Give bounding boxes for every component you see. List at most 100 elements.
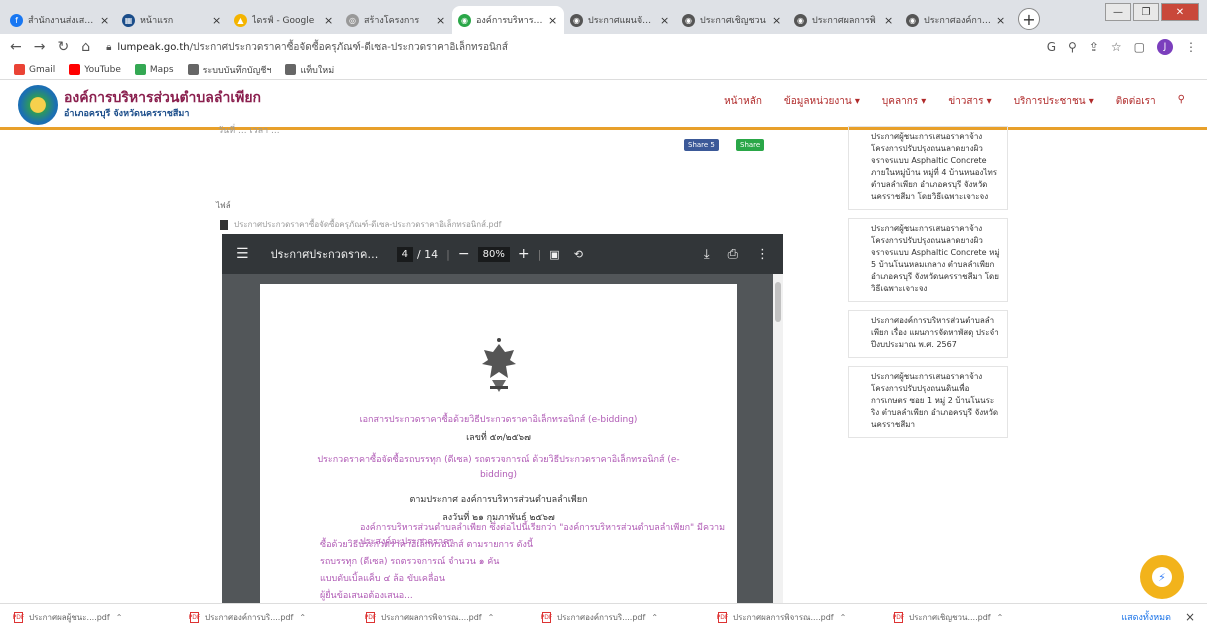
tab-close-icon[interactable]: ×	[772, 14, 782, 27]
toolbar-divider: |	[537, 247, 542, 261]
line-share-button[interactable]: Share	[736, 139, 765, 151]
chevron-up-icon[interactable]: ⌃	[299, 613, 306, 622]
tab-close-icon[interactable]: ×	[996, 14, 1006, 27]
sidebar-news-item[interactable]: ประกาศผู้ชนะการเสนอราคาจ้างโครงการปรับปร…	[848, 366, 1008, 438]
tab-close-icon[interactable]: ×	[436, 14, 446, 27]
tab-title: องค์การบริหารส่วน	[476, 16, 543, 26]
download-items: PDF ประกาศผลผู้ชนะ....pdf ⌃ PDF ประกาศองค์กา…	[13, 611, 1070, 624]
pdf-file-icon	[220, 219, 228, 230]
address-bar[interactable]: 🔒︎ lumpeak.go.th/ประกาศประกวดราคาซื้อจัด…	[102, 37, 1035, 57]
tab-close-icon[interactable]: ×	[884, 14, 894, 27]
sidebar-news-item[interactable]: ประกาศผู้ชนะการเสนอราคาจ้างโครงการปรับปร…	[848, 218, 1008, 302]
new-tab-button[interactable]: +	[1018, 8, 1040, 30]
download-filename: ประกาศผลผู้ชนะ....pdf	[29, 612, 110, 622]
tab-close-icon[interactable]: ×	[660, 14, 670, 27]
more-options-icon[interactable]: ⋮	[756, 247, 769, 262]
google-lens-icon[interactable]: G	[1047, 40, 1056, 54]
maximize-button[interactable]: ❐	[1133, 3, 1159, 21]
toolbar-divider: |	[446, 247, 450, 261]
bookmark-item[interactable]: แท็บใหม่	[285, 63, 334, 77]
chevron-up-icon[interactable]: ⌃	[488, 613, 495, 622]
menu-item[interactable]: บริการประชาชน ▾	[1014, 94, 1094, 109]
bookmark-star-icon[interactable]: ☆	[1111, 40, 1122, 54]
tab-favicon-icon: ◉	[570, 13, 583, 27]
forward-icon[interactable]: →	[34, 39, 46, 55]
download-item[interactable]: PDF ประกาศเชิญชวน....pdf ⌃	[893, 611, 1070, 624]
browser-tab[interactable]: ◉ ประกาศเชิญชวน ×	[676, 6, 788, 34]
download-filename: ประกาศผลการพิจารณ....pdf	[733, 612, 834, 622]
print-icon[interactable]: ⎙	[728, 247, 738, 262]
download-item[interactable]: PDF ประกาศผลการพิจารณ....pdf ⌃	[717, 611, 894, 624]
menu-item[interactable]: ข้อมูลหน่วยงาน ▾	[784, 94, 860, 109]
browser-tab[interactable]: ◉ ประกาศองค์การบ ×	[900, 6, 1012, 34]
fit-page-icon[interactable]: ▣	[549, 248, 559, 261]
download-filename: ประกาศเชิญชวน....pdf	[909, 612, 991, 622]
messenger-chat-button[interactable]: ⚡	[1140, 555, 1184, 599]
facebook-share-button[interactable]: Share 5	[684, 139, 719, 151]
show-all-downloads-link[interactable]: แสดงทั้งหมด	[1121, 610, 1171, 624]
browser-tab[interactable]: ◉ ประกาศผลการพิ ×	[788, 6, 900, 34]
home-icon[interactable]: ⌂	[81, 39, 90, 55]
hamburger-menu-icon[interactable]: ☰	[236, 246, 249, 262]
chevron-up-icon[interactable]: ⌃	[116, 613, 123, 622]
bookmark-item[interactable]: YouTube	[69, 64, 121, 75]
attachment-link[interactable]: ประกาศประกวดราคาซื้อจัดซื้อครุภัณฑ์-ดีเซ…	[220, 218, 502, 231]
download-item[interactable]: PDF ประกาศผลผู้ชนะ....pdf ⌃	[13, 611, 190, 624]
zoom-in-icon[interactable]: +	[518, 246, 530, 262]
browser-tab[interactable]: ◎ สร้างโครงการ ×	[340, 6, 452, 34]
rotate-icon[interactable]: ⟲	[574, 248, 583, 261]
reload-icon[interactable]: ↻	[57, 39, 69, 55]
bookmark-label: ระบบบันทึกบัญชีฯ	[202, 65, 272, 76]
menu-item[interactable]: หน้าหลัก	[724, 94, 762, 109]
profile-avatar[interactable]: J	[1157, 39, 1173, 55]
chevron-up-icon[interactable]: ⌃	[651, 613, 658, 622]
download-item[interactable]: PDF ประกาศองค์การบริ....pdf ⌃	[541, 611, 718, 624]
tab-favicon-icon: ◉	[682, 13, 695, 27]
download-icon[interactable]: ⤓	[704, 247, 710, 262]
browser-tab[interactable]: ▦ หน้าแรก ×	[116, 6, 228, 34]
bookmark-favicon-icon	[69, 64, 81, 75]
lock-icon: 🔒︎	[106, 41, 112, 53]
tab-close-icon[interactable]: ×	[324, 14, 334, 27]
zoom-out-icon[interactable]: −	[458, 246, 470, 262]
news-sidebar: ประกาศผู้ชนะการเสนอราคาจ้างโครงการปรับปร…	[848, 126, 1008, 446]
page-number-input[interactable]: 4	[396, 246, 413, 262]
url-domain: lumpeak.go.th	[117, 41, 190, 53]
org-subtitle: อำเภอครบุรี จังหวัดนครราชสีมา	[64, 109, 190, 119]
bookmark-item[interactable]: Maps	[134, 64, 174, 75]
bookmark-item[interactable]: ระบบบันทึกบัญชีฯ	[187, 63, 272, 77]
pdf-scrollbar[interactable]	[773, 274, 783, 603]
org-logo[interactable]	[18, 85, 58, 125]
share-page-icon[interactable]: ⇪	[1089, 40, 1099, 54]
browser-tab[interactable]: f สำนักงานส่งเสริมฯ ×	[4, 6, 116, 34]
pdf-body-line: รถบรรทุก (ดีเซล) รถตรวจการณ์ จำนวน ๑ คัน	[320, 557, 500, 567]
side-panel-icon[interactable]: ▢	[1134, 40, 1145, 54]
tab-close-icon[interactable]: ×	[100, 14, 110, 27]
bookmark-item[interactable]: Gmail	[14, 64, 55, 75]
download-item[interactable]: PDF ประกาศองค์การบริ....pdf ⌃	[189, 611, 366, 624]
minimize-button[interactable]: —	[1105, 3, 1131, 21]
browser-tabstrip: f สำนักงานส่งเสริมฯ × ▦ หน้าแรก × ▲ ไดรฟ์ - Goo…	[0, 0, 1207, 34]
menu-item[interactable]: ติดต่อเรา	[1116, 94, 1156, 109]
window-close-button[interactable]: ✕	[1161, 3, 1199, 21]
browser-tab[interactable]: ◉ ประกาศแผนจัดซื้อ ×	[564, 6, 676, 34]
chevron-up-icon[interactable]: ⌃	[840, 613, 847, 622]
close-downloads-bar-icon[interactable]: ×	[1185, 610, 1195, 624]
pdf-body-line: ซื้อด้วยวิธีประกวดราคาอิเล็กทรอนิกส์ ตาม…	[320, 540, 534, 550]
menu-kebab-icon[interactable]: ⋮	[1185, 40, 1197, 54]
menu-item[interactable]: บุคลากร ▾	[882, 94, 926, 109]
zoom-icon[interactable]: ⚲	[1068, 40, 1077, 54]
back-icon[interactable]: ←	[10, 39, 22, 55]
menu-item[interactable]: ข่าวสาร ▾	[948, 94, 991, 109]
tab-close-icon[interactable]: ×	[548, 14, 558, 27]
sidebar-news-item[interactable]: ประกาศองค์การบริหารส่วนตำบลลำเพียก เรื่อ…	[848, 310, 1008, 358]
menu-item[interactable]: ⚲	[1178, 94, 1185, 109]
chevron-up-icon[interactable]: ⌃	[997, 613, 1004, 622]
sidebar-news-item[interactable]: ประกาศผู้ชนะการเสนอราคาจ้างโครงการปรับปร…	[848, 126, 1008, 210]
tab-close-icon[interactable]: ×	[212, 14, 222, 27]
browser-tab[interactable]: ◉ องค์การบริหารส่วน ×	[452, 6, 564, 34]
browser-tab[interactable]: ▲ ไดรฟ์ - Google ×	[228, 6, 340, 34]
zoom-level-input[interactable]: 80%	[477, 246, 510, 262]
download-item[interactable]: PDF ประกาศผลการพิจารณ....pdf ⌃	[365, 611, 542, 624]
scrollbar-thumb[interactable]	[775, 282, 781, 322]
